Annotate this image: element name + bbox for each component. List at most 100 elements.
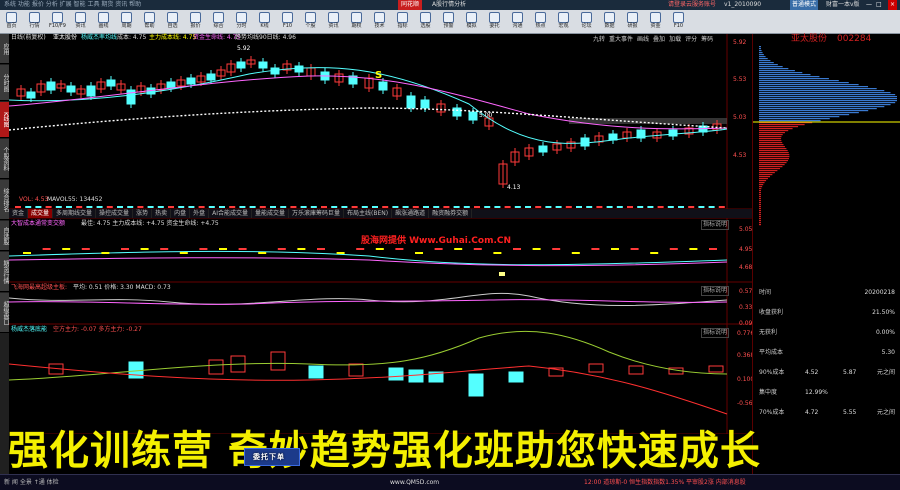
- toolbar-button-label: 资讯: [328, 23, 339, 29]
- toolbar-button[interactable]: F10: [667, 10, 690, 34]
- chart-header-tab[interactable]: 九转: [593, 34, 605, 43]
- p2-marker: [532, 248, 541, 250]
- toolbar-button[interactable]: K线: [253, 10, 276, 34]
- order-button[interactable]: 委托下单: [244, 448, 300, 466]
- chip-histogram[interactable]: [753, 46, 900, 246]
- toolbar-button[interactable]: 自选: [161, 10, 184, 34]
- toolbar-button[interactable]: 模拟: [460, 10, 483, 34]
- toolbar-button[interactable]: 周期: [115, 10, 138, 34]
- indicator-tab[interactable]: 飙涨通路道: [392, 209, 430, 218]
- chip-bar: [759, 70, 795, 72]
- chart-header-tab[interactable]: 叠加: [653, 34, 665, 43]
- panel4-help-button[interactable]: 指标说明: [701, 328, 730, 338]
- toolbar-button[interactable]: 资讯: [322, 10, 345, 34]
- side-tab[interactable]: 应用: [0, 34, 9, 64]
- toolbar-button[interactable]: 预警: [437, 10, 460, 34]
- toolbar-button[interactable]: F10: [276, 10, 299, 34]
- toolbar-button[interactable]: 行情: [23, 10, 46, 34]
- status-nav[interactable]: 新 闻 全景 ↑通 体检: [4, 479, 59, 487]
- indicator-tab[interactable]: 外盘: [190, 209, 210, 218]
- toolbar-button[interactable]: 资讯: [69, 10, 92, 34]
- minimize-icon[interactable]: —: [866, 0, 872, 10]
- indicator-tab[interactable]: 融资融券交额: [429, 209, 473, 218]
- toolbar-button[interactable]: 报价: [184, 10, 207, 34]
- indicator-tab[interactable]: 多周期线交量: [53, 209, 97, 218]
- side-tab[interactable]: 超级盘口: [0, 293, 9, 333]
- toolbar-icon: [259, 12, 270, 23]
- low-price-label: 4.13: [507, 184, 521, 191]
- toolbar-button[interactable]: 论坛: [575, 10, 598, 34]
- volume-bar: [351, 206, 358, 208]
- mode-button[interactable]: 普通模式: [790, 0, 819, 10]
- chart-header-tab[interactable]: 筹码: [701, 34, 713, 43]
- indicator-tab[interactable]: 涨势: [133, 209, 153, 218]
- toolbar-button-label: 资金: [650, 23, 661, 29]
- chip-bar: [759, 174, 773, 176]
- market-select[interactable]: 财富一本v版: [826, 0, 860, 10]
- toolbar-button[interactable]: 资金: [644, 10, 667, 34]
- candle-body: [452, 107, 462, 117]
- indicator-tab[interactable]: AI合能成交量: [209, 209, 252, 218]
- toolbar-button[interactable]: 沟通: [506, 10, 529, 34]
- p2-marker: [199, 248, 208, 250]
- chart-header-tab[interactable]: 加载: [669, 34, 681, 43]
- toolbar-button[interactable]: 数据: [598, 10, 621, 34]
- toolbar-button[interactable]: 分时: [230, 10, 253, 34]
- toolbar-button[interactable]: 首页: [0, 10, 23, 34]
- volume-bar: [188, 206, 195, 208]
- toolbar-button[interactable]: 综合: [207, 10, 230, 34]
- kline-chart[interactable]: [9, 34, 752, 434]
- toolbar-button[interactable]: 个股: [299, 10, 322, 34]
- toolbar-button[interactable]: F10/F9: [46, 10, 69, 34]
- volume-bar: [55, 206, 62, 208]
- indicator-tab[interactable]: 操控成交量: [96, 209, 134, 218]
- toolbar-button[interactable]: 期权: [345, 10, 368, 34]
- side-tab[interactable]: 期货行情: [0, 252, 9, 292]
- side-tab[interactable]: 综合排名: [0, 180, 9, 220]
- toolbar-button[interactable]: 帮助: [138, 10, 161, 34]
- indicator-tab[interactable]: 内盘: [171, 209, 191, 218]
- indicator-tab[interactable]: 布局主线(BEN): [344, 209, 393, 218]
- toolbar-icon: [236, 12, 247, 23]
- volume-bar: [45, 206, 52, 208]
- chip-bar: [759, 54, 764, 56]
- right-stock-code: 002284: [837, 34, 872, 44]
- login-link[interactable]: 请登录云服务账号: [668, 0, 716, 10]
- chart-area[interactable]: 日线(前复权) 亚太股份 杨威杰率均线 成本: 4.75 主力成本线: 4.75…: [9, 34, 756, 434]
- toolbar-button[interactable]: 选股: [414, 10, 437, 34]
- toolbar-button[interactable]: 研报: [621, 10, 644, 34]
- side-tab[interactable]: 自选股: [0, 221, 9, 251]
- toolbar-button[interactable]: 画线: [92, 10, 115, 34]
- toolbar-button[interactable]: 技术: [368, 10, 391, 34]
- toolbar-button[interactable]: 指标: [391, 10, 414, 34]
- menu-bar[interactable]: 系统 功能 报价 分析 扩展 智能 工具 期货 资讯 帮助: [4, 0, 141, 10]
- indicator-tab[interactable]: 热卖: [152, 209, 172, 218]
- indicator-tab[interactable]: 资金: [9, 209, 29, 218]
- panel2-help-button[interactable]: 指标说明: [701, 220, 730, 230]
- side-tab[interactable]: 个股资料: [0, 139, 9, 179]
- toolbar-button-label: 个股: [305, 23, 316, 29]
- toolbar-button[interactable]: 热点: [529, 10, 552, 34]
- side-tab[interactable]: K线图: [0, 102, 9, 138]
- indicator-tab[interactable]: 量能成交量: [252, 209, 290, 218]
- chip-distribution-panel: 亚太股份 002284 时间 20200218 收盘获利 21.50% 无获利 …: [752, 34, 900, 490]
- chart-header-tab[interactable]: 重大事件: [609, 34, 633, 43]
- main-cost-line: 主力成本线: 4.75: [149, 34, 197, 41]
- chart-header-tab[interactable]: 评分: [685, 34, 697, 43]
- toolbar-button[interactable]: 宏观: [552, 10, 575, 34]
- p2-marker: [219, 248, 227, 250]
- chart-period[interactable]: 日线(前复权): [11, 34, 46, 42]
- p2-marker: [571, 252, 580, 254]
- news-ticker[interactable]: 12:00 道琼斯-0 恒生指数指数1.35% 平审股2涨 内部消息股: [584, 479, 746, 487]
- close-icon[interactable]: ×: [888, 0, 898, 10]
- p2-marker: [552, 248, 561, 250]
- maximize-icon[interactable]: □: [876, 0, 882, 10]
- panel3-help-button[interactable]: 指标说明: [701, 286, 730, 296]
- toolbar-button[interactable]: 委托: [483, 10, 506, 34]
- indicator-tab[interactable]: 万乐滚庫筹码巨量: [289, 209, 345, 218]
- volume-bar: [708, 206, 715, 208]
- chip-bar: [759, 206, 761, 208]
- side-tab[interactable]: 分时图: [0, 65, 9, 101]
- chart-header-tab[interactable]: 画线: [637, 34, 649, 43]
- indicator-tab[interactable]: 成交量: [28, 209, 54, 218]
